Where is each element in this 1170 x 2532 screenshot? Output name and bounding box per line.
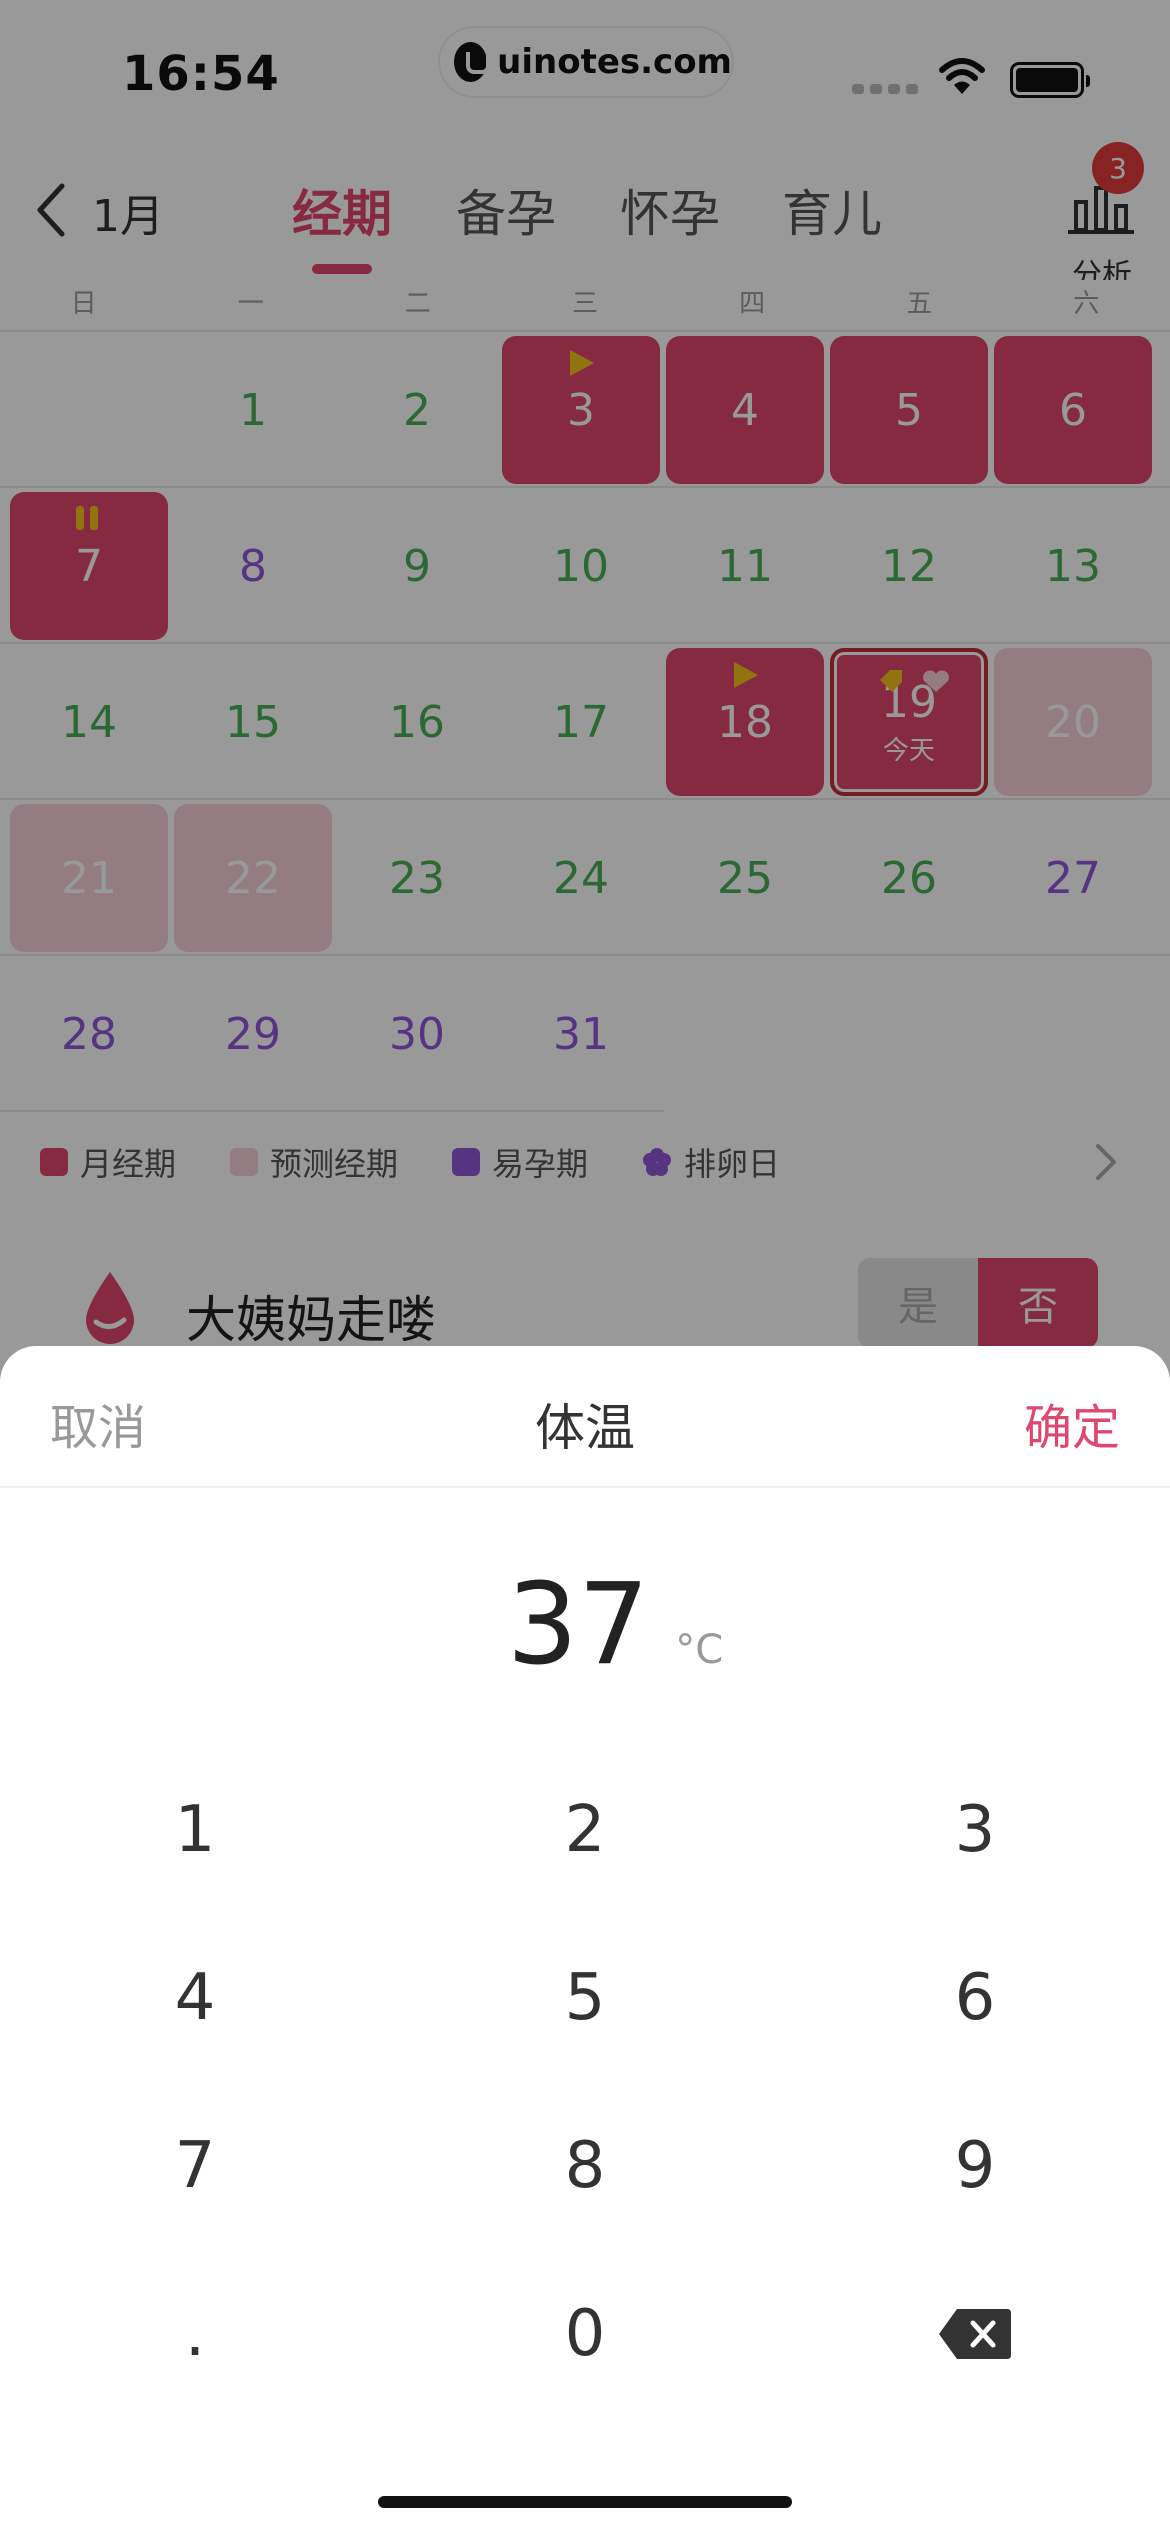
backspace-icon bbox=[939, 2309, 1011, 2359]
app-root: 16:54 uinotes.com 1月 经期 备孕 怀孕 育儿 分析 3 日 … bbox=[0, 0, 1170, 2532]
key-9[interactable]: 9 bbox=[780, 2082, 1170, 2250]
key-2[interactable]: 2 bbox=[390, 1746, 780, 1914]
numeric-keypad: 1 2 3 4 5 6 7 8 9 . 0 bbox=[0, 1746, 1170, 2418]
key-6[interactable]: 6 bbox=[780, 1914, 1170, 2082]
temperature-unit: °C bbox=[675, 1627, 724, 1673]
temperature-value: 37 bbox=[506, 1560, 650, 1690]
temperature-display: 37 °C bbox=[0, 1560, 1170, 1690]
temperature-sheet: 取消 体温 确定 37 °C 1 2 3 4 5 6 7 8 9 . 0 bbox=[0, 1346, 1170, 2532]
key-3[interactable]: 3 bbox=[780, 1746, 1170, 1914]
home-indicator bbox=[378, 2496, 792, 2508]
key-5[interactable]: 5 bbox=[390, 1914, 780, 2082]
sheet-title: 体温 bbox=[535, 1399, 635, 1457]
key-0[interactable]: 0 bbox=[390, 2250, 780, 2418]
key-7[interactable]: 7 bbox=[0, 2082, 390, 2250]
sheet-header: 取消 体温 确定 bbox=[0, 1346, 1170, 1488]
key-1[interactable]: 1 bbox=[0, 1746, 390, 1914]
key-4[interactable]: 4 bbox=[0, 1914, 390, 2082]
key-backspace[interactable] bbox=[780, 2250, 1170, 2418]
key-8[interactable]: 8 bbox=[390, 2082, 780, 2250]
key-decimal[interactable]: . bbox=[0, 2250, 390, 2418]
confirm-button[interactable]: 确定 bbox=[1024, 1388, 1120, 1458]
